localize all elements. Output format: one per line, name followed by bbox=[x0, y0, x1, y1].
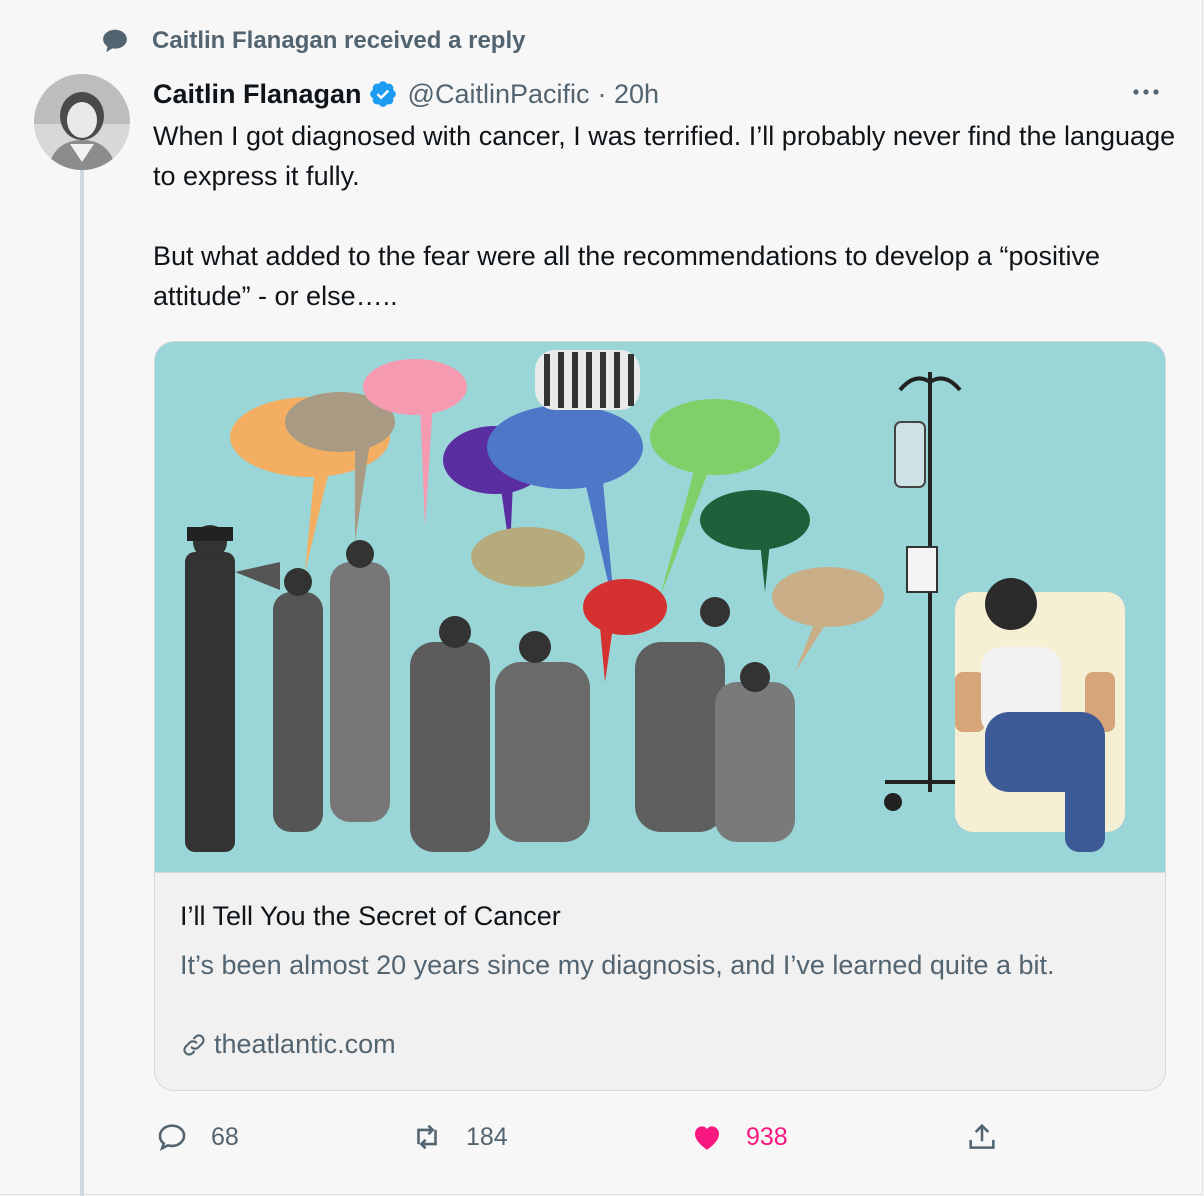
card-domain: theatlantic.com bbox=[180, 1029, 396, 1060]
heart-icon bbox=[694, 1126, 720, 1150]
retweet-icon bbox=[417, 1124, 437, 1150]
reply-icon bbox=[158, 1124, 186, 1151]
share-icon bbox=[969, 1123, 995, 1149]
card-meta: I’ll Tell You the Secret of Cancer It’s … bbox=[155, 872, 1165, 1090]
like-count: 938 bbox=[746, 1122, 788, 1151]
author-name[interactable]: Caitlin Flanagan bbox=[153, 79, 362, 110]
retweet-count: 184 bbox=[466, 1122, 508, 1151]
card-description: It’s been almost 20 years since my diagn… bbox=[180, 950, 1055, 980]
share-button[interactable] bbox=[965, 1112, 999, 1162]
avatar[interactable] bbox=[34, 74, 130, 170]
author-handle[interactable]: @CaitlinPacific bbox=[408, 79, 590, 110]
more-options-icon[interactable] bbox=[1128, 80, 1164, 104]
reply-count: 68 bbox=[211, 1122, 239, 1151]
verified-badge-icon bbox=[369, 81, 396, 107]
speech-bubble-icon bbox=[103, 29, 127, 53]
card-image[interactable] bbox=[155, 342, 1165, 872]
card-domain-text: theatlantic.com bbox=[214, 1029, 396, 1059]
tweet-header: Caitlin Flanagan @CaitlinPacific · 20h bbox=[153, 74, 1164, 114]
tweet-timestamp[interactable]: · 20h bbox=[598, 79, 660, 110]
link-icon bbox=[183, 1033, 205, 1056]
social-context: Caitlin Flanagan received a reply bbox=[100, 24, 525, 58]
retweet-button[interactable]: 184 bbox=[410, 1112, 508, 1162]
link-card[interactable]: I’ll Tell You the Secret of Cancer It’s … bbox=[154, 341, 1166, 1091]
thread-line bbox=[80, 170, 84, 1196]
tweet-actions: 68 184 938 bbox=[155, 1112, 1035, 1162]
like-button[interactable]: 938 bbox=[690, 1112, 788, 1162]
reply-button[interactable]: 68 bbox=[155, 1112, 239, 1162]
card-title: I’ll Tell You the Secret of Cancer bbox=[180, 901, 561, 931]
tweet-text: When I got diagnosed with cancer, I was … bbox=[153, 121, 1176, 311]
social-context-label: Caitlin Flanagan received a reply bbox=[152, 27, 526, 54]
